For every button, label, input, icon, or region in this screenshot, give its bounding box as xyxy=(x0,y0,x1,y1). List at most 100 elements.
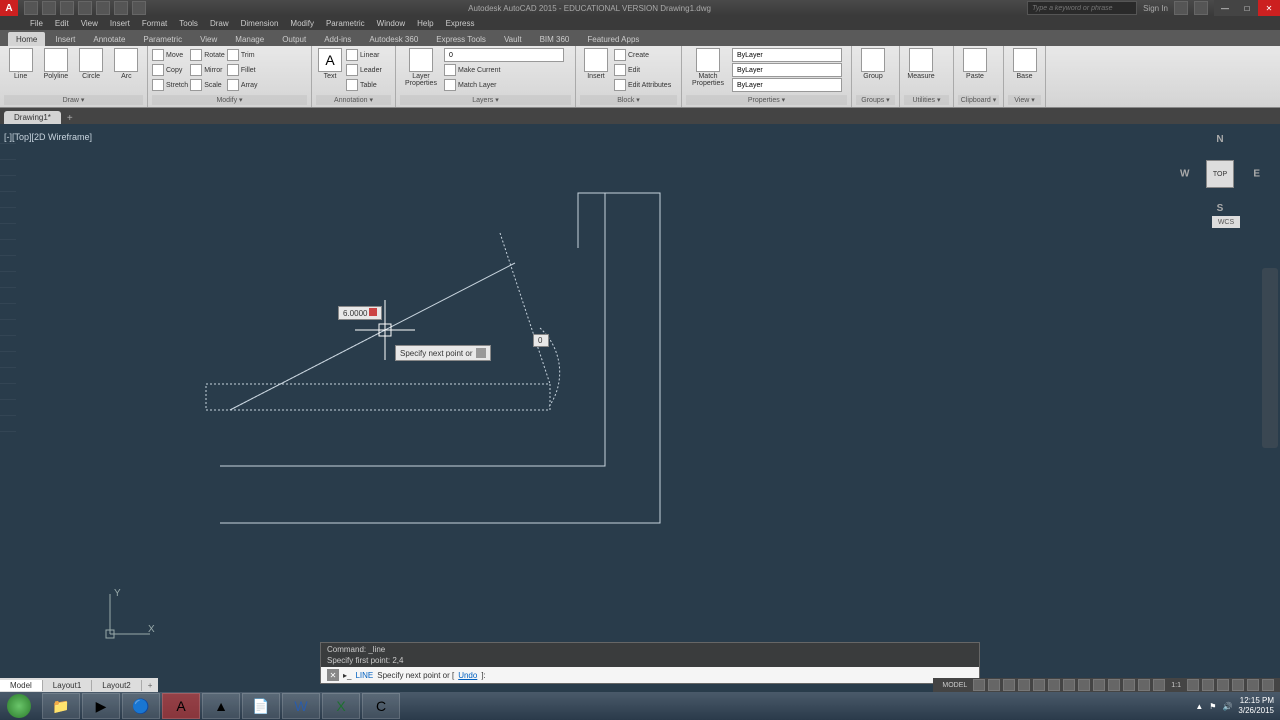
taskbar-notepad-icon[interactable]: 📄 xyxy=(242,693,280,719)
menu-help[interactable]: Help xyxy=(417,19,433,28)
taskbar-word-icon[interactable]: W xyxy=(282,693,320,719)
line-button[interactable]: Line xyxy=(4,48,37,80)
snap-toggle-icon[interactable] xyxy=(988,679,1000,691)
edit-block-button[interactable]: Edit xyxy=(614,63,671,77)
insert-block-button[interactable]: Insert xyxy=(580,48,612,80)
new-tab-button[interactable]: + xyxy=(61,113,79,124)
match-layer-button[interactable]: Match Layer xyxy=(444,78,571,92)
mirror-button[interactable]: Mirror xyxy=(190,63,225,77)
exchange-icon[interactable] xyxy=(1174,1,1188,15)
osnap-toggle-icon[interactable] xyxy=(1063,679,1075,691)
stretch-button[interactable]: Stretch xyxy=(152,78,188,92)
tab-a360[interactable]: Autodesk 360 xyxy=(361,32,426,46)
tab-bim360[interactable]: BIM 360 xyxy=(532,32,578,46)
tab-home[interactable]: Home xyxy=(8,32,45,46)
array-button[interactable]: Array xyxy=(227,78,258,92)
tab-featured[interactable]: Featured Apps xyxy=(579,32,647,46)
file-tab-drawing1[interactable]: Drawing1* xyxy=(4,111,61,124)
taskbar-app2-icon[interactable]: ▲ xyxy=(202,693,240,719)
layout-tab-layout2[interactable]: Layout2 xyxy=(92,680,141,691)
panel-block-title[interactable]: Block ▾ xyxy=(580,95,677,105)
arc-button[interactable]: Arc xyxy=(110,48,143,80)
taskbar-media-icon[interactable]: ▶ xyxy=(82,693,120,719)
linear-button[interactable]: Linear xyxy=(346,48,382,62)
command-chevron-icon[interactable]: ▸_ xyxy=(343,671,351,680)
layer-selector[interactable]: 0 xyxy=(444,48,564,62)
tab-addins[interactable]: Add-ins xyxy=(316,32,359,46)
dynamic-input-distance[interactable]: 6.0000 xyxy=(338,306,382,320)
dynamic-input-angle[interactable]: 0 xyxy=(533,334,549,347)
panel-utilities-title[interactable]: Utilities ▾ xyxy=(904,95,949,105)
lineweight-selector[interactable]: ByLayer xyxy=(732,63,842,77)
taskbar-chrome-icon[interactable]: 🔵 xyxy=(122,693,160,719)
clean-screen-icon[interactable] xyxy=(1247,679,1259,691)
tab-express[interactable]: Express Tools xyxy=(428,32,494,46)
status-model[interactable]: MODEL xyxy=(939,682,970,689)
menu-dimension[interactable]: Dimension xyxy=(241,19,279,28)
tab-parametric[interactable]: Parametric xyxy=(135,32,190,46)
tab-output[interactable]: Output xyxy=(274,32,314,46)
open-icon[interactable] xyxy=(42,1,56,15)
fillet-button[interactable]: Fillet xyxy=(227,63,258,77)
menu-draw[interactable]: Draw xyxy=(210,19,229,28)
measure-button[interactable]: Measure xyxy=(904,48,938,80)
panel-modify-title[interactable]: Modify ▾ xyxy=(152,95,307,105)
save-icon[interactable] xyxy=(60,1,74,15)
menu-file[interactable]: File xyxy=(30,19,43,28)
transparency-toggle-icon[interactable] xyxy=(1123,679,1135,691)
copy-button[interactable]: Copy xyxy=(152,63,188,77)
trim-button[interactable]: Trim xyxy=(227,48,258,62)
base-view-button[interactable]: Base xyxy=(1008,48,1041,80)
annotation-monitor-icon[interactable] xyxy=(1202,679,1214,691)
otrack-toggle-icon[interactable] xyxy=(1093,679,1105,691)
help-icon[interactable] xyxy=(1194,1,1208,15)
make-current-button[interactable]: Make Current xyxy=(444,63,571,77)
tab-annotate[interactable]: Annotate xyxy=(85,32,133,46)
paste-button[interactable]: Paste xyxy=(958,48,992,80)
panel-annotation-title[interactable]: Annotation ▾ xyxy=(316,95,391,105)
minimize-button[interactable]: — xyxy=(1214,0,1236,16)
menu-modify[interactable]: Modify xyxy=(290,19,314,28)
menu-edit[interactable]: Edit xyxy=(55,19,69,28)
redo-icon[interactable] xyxy=(132,1,146,15)
drawing-area[interactable]: [-][Top][2D Wireframe] N S E W TOP WCS xyxy=(0,128,1280,684)
workspace-icon[interactable] xyxy=(1187,679,1199,691)
panel-layers-title[interactable]: Layers ▾ xyxy=(400,95,571,105)
new-icon[interactable] xyxy=(24,1,38,15)
panel-clipboard-title[interactable]: Clipboard ▾ xyxy=(958,95,999,105)
lineweight-toggle-icon[interactable] xyxy=(1108,679,1120,691)
hardware-accel-icon[interactable] xyxy=(1217,679,1229,691)
add-layout-button[interactable]: + xyxy=(142,681,159,690)
selection-cycling-icon[interactable] xyxy=(1138,679,1150,691)
menu-insert[interactable]: Insert xyxy=(110,19,130,28)
start-button[interactable] xyxy=(0,692,38,720)
isodraft-toggle-icon[interactable] xyxy=(1048,679,1060,691)
command-input[interactable]: ✕ ▸_ LINE Specify next point or [Undo]: xyxy=(321,667,979,683)
infer-toggle-icon[interactable] xyxy=(1003,679,1015,691)
layout-tab-layout1[interactable]: Layout1 xyxy=(43,680,92,691)
polyline-button[interactable]: Polyline xyxy=(39,48,72,80)
table-button[interactable]: Table xyxy=(346,78,382,92)
drawing-canvas[interactable] xyxy=(0,128,1280,684)
move-button[interactable]: Move xyxy=(152,48,188,62)
layout-tab-model[interactable]: Model xyxy=(0,680,43,691)
isolate-objects-icon[interactable] xyxy=(1232,679,1244,691)
circle-button[interactable]: Circle xyxy=(75,48,108,80)
tab-manage[interactable]: Manage xyxy=(227,32,272,46)
tab-insert[interactable]: Insert xyxy=(47,32,83,46)
menu-format[interactable]: Format xyxy=(142,19,167,28)
match-properties-button[interactable]: Match Properties xyxy=(686,48,730,87)
tray-show-hidden-icon[interactable]: ▲ xyxy=(1195,702,1203,711)
annotation-scale-icon[interactable] xyxy=(1153,679,1165,691)
panel-draw-title[interactable]: Draw ▾ xyxy=(4,95,143,105)
close-button[interactable]: ✕ xyxy=(1258,0,1280,16)
tray-clock[interactable]: 12:15 PM 3/26/2015 xyxy=(1238,696,1274,716)
command-line[interactable]: Command: _line Specify first point: 2,4 … xyxy=(320,642,980,684)
menu-view[interactable]: View xyxy=(81,19,98,28)
menu-window[interactable]: Window xyxy=(377,19,405,28)
panel-groups-title[interactable]: Groups ▾ xyxy=(856,95,895,105)
customize-icon[interactable] xyxy=(1262,679,1274,691)
polar-toggle-icon[interactable] xyxy=(1033,679,1045,691)
plot-icon[interactable] xyxy=(96,1,110,15)
tab-view[interactable]: View xyxy=(192,32,225,46)
